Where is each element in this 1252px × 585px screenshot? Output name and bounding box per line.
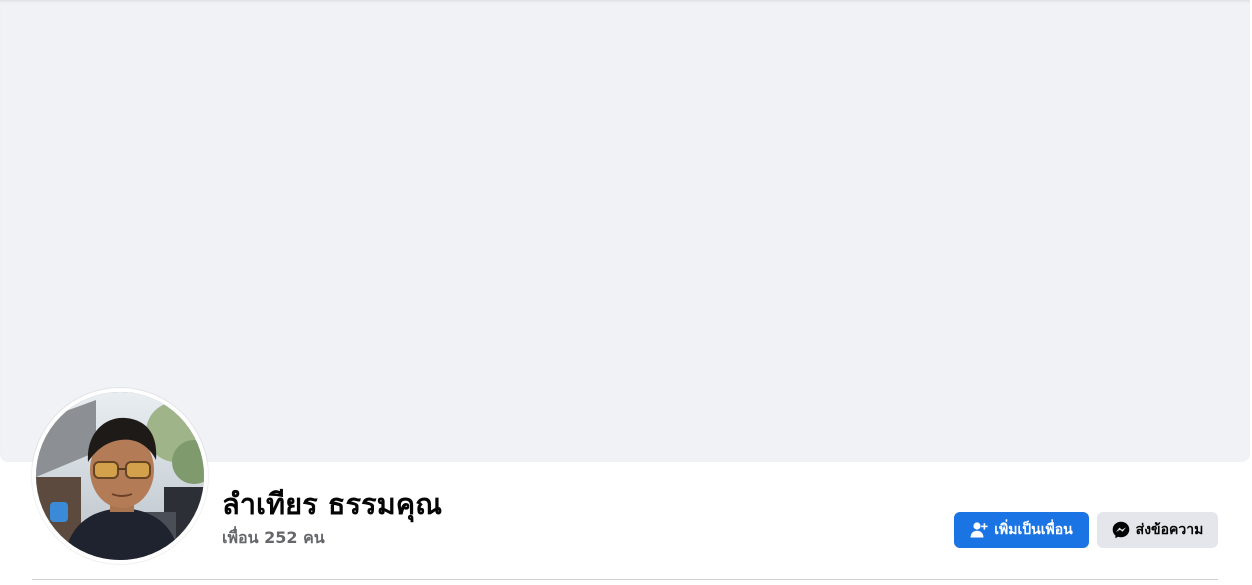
profile-picture[interactable] xyxy=(36,392,204,560)
send-message-button[interactable]: ส่งข้อความ xyxy=(1097,512,1218,548)
friends-count-link[interactable]: เพื่อน 252 คน xyxy=(222,527,325,549)
cover-photo[interactable] xyxy=(0,0,1250,462)
profile-photo-image xyxy=(36,392,204,560)
add-friend-label: เพิ่มเป็นเพื่อน xyxy=(994,522,1073,538)
person-add-icon xyxy=(970,521,988,539)
profile-page: ลำเทียร ธรรมคุณ เพื่อน 252 คน เพิ่มเป็นเ… xyxy=(0,0,1252,585)
messenger-icon xyxy=(1112,521,1130,539)
profile-picture-frame[interactable] xyxy=(32,388,208,564)
profile-header-divider xyxy=(32,579,1218,580)
send-message-label: ส่งข้อความ xyxy=(1135,522,1204,538)
profile-name: ลำเทียร ธรรมคุณ xyxy=(222,487,443,521)
add-friend-button[interactable]: เพิ่มเป็นเพื่อน xyxy=(954,512,1089,548)
